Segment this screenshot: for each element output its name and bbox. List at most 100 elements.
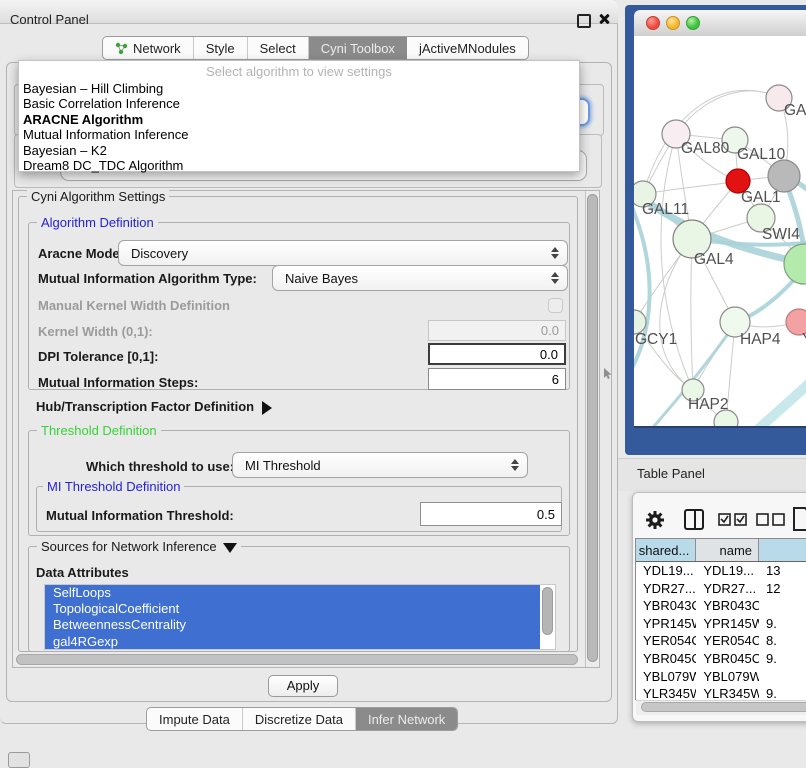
network-edge — [691, 239, 693, 390]
document-icon[interactable] — [792, 506, 806, 532]
table-row[interactable]: YBR045CYBR045C9. — [636, 650, 806, 668]
column-view-icon[interactable] — [684, 509, 704, 530]
select-all-checkboxes-icon[interactable] — [718, 513, 748, 527]
table-cell: YLR345W — [636, 685, 696, 700]
aracne-mode-value: Discovery — [119, 246, 547, 261]
gear-icon[interactable] — [645, 510, 665, 530]
network-icon — [115, 42, 128, 55]
table-cell: YBR045C — [696, 650, 759, 668]
table-cell: 13 — [759, 562, 806, 580]
attribute-item-gal4rgexp[interactable]: gal4RGexp — [45, 634, 540, 650]
tab-infer-network-label: Infer Network — [368, 712, 445, 727]
manual-kernel-width-label: Manual Kernel Width Definition — [38, 298, 230, 313]
tab-select[interactable]: Select — [248, 37, 309, 59]
close-icon[interactable] — [598, 13, 610, 25]
table-cell: YBL079W — [636, 668, 696, 686]
attribute-list-scrollbar-thumb[interactable] — [542, 587, 553, 635]
mi-algorithm-type-combobox[interactable]: Naive Bayes — [272, 265, 568, 291]
collapse-triangle-icon[interactable] — [223, 543, 237, 553]
sources-toggle[interactable]: Sources for Network Inference — [37, 539, 241, 554]
popup-item-bayesian-hill-climbing[interactable]: Bayesian – Hill Climbing — [19, 81, 579, 96]
mouse-cursor-icon — [603, 368, 613, 380]
column-header-name[interactable]: name — [696, 539, 759, 561]
which-threshold-combobox[interactable]: MI Threshold — [232, 452, 528, 478]
table-cell: YER054C — [636, 632, 696, 650]
settings-horizontal-scrollbar-thumb[interactable] — [16, 654, 578, 665]
popup-item-basic-correlation-inference[interactable]: Basic Correlation Inference — [19, 96, 579, 111]
minimize-traffic-light-icon[interactable] — [666, 16, 680, 30]
node-label-hap2: HAP2 — [688, 396, 729, 413]
column-header-shared[interactable]: shared... — [636, 539, 696, 561]
popup-item-mutual-information-inference[interactable]: Mutual Information Inference — [19, 127, 579, 142]
node-label-gal10: GAL10 — [737, 146, 786, 163]
mi-algorithm-type-label: Mutual Information Algorithm Type: — [38, 271, 257, 286]
network-edge — [643, 181, 738, 194]
zoom-traffic-light-icon[interactable] — [686, 16, 700, 30]
table-row[interactable]: YPR145WYPR145W9. — [636, 615, 806, 633]
network-canvas-bottom-edge — [634, 426, 806, 428]
dpi-tolerance-field[interactable] — [428, 343, 566, 365]
column-header-cut[interactable] — [759, 539, 806, 561]
manual-kernel-width-checkbox[interactable] — [548, 298, 563, 313]
tab-impute-data[interactable]: Impute Data — [147, 708, 243, 730]
table-row[interactable]: YLR345WYLR345W9. — [636, 685, 806, 700]
tab-cyni-toolbox-label: Cyni Toolbox — [321, 41, 395, 56]
table-cell: YDL19... — [636, 562, 696, 580]
node-label-y: Y — [802, 331, 806, 348]
network-node-green-right[interactable] — [784, 244, 806, 284]
deselect-all-checkboxes-icon[interactable] — [756, 513, 786, 527]
attribute-item-topologicalcoefficient[interactable]: TopologicalCoefficient — [45, 601, 540, 617]
tab-jactivemnodules[interactable]: jActiveMNodules — [407, 37, 528, 59]
apply-button[interactable]: Apply — [268, 675, 338, 697]
node-label-gcy1: GCY1 — [635, 331, 677, 348]
settings-vertical-scrollbar-thumb[interactable] — [587, 194, 598, 662]
node-label-swi4: SWI4 — [762, 226, 800, 243]
table-row[interactable]: YDR27...YDR27...12 — [636, 580, 806, 598]
table-row[interactable]: YBL079WYBL079W — [636, 668, 806, 686]
popup-item-aracne-algorithm[interactable]: ARACNE Algorithm — [19, 112, 579, 127]
table-cell: YDL19... — [696, 562, 759, 580]
aracne-mode-combobox[interactable]: Discovery — [118, 240, 568, 266]
table-panel-title: Table Panel — [637, 466, 705, 481]
combo-arrows-icon — [547, 247, 563, 259]
mi-steps-field[interactable] — [428, 368, 566, 390]
tab-network[interactable]: Network — [103, 37, 194, 59]
tab-discretize-data[interactable]: Discretize Data — [243, 708, 356, 730]
mi-threshold-field[interactable] — [420, 502, 562, 526]
combo-arrows-icon — [547, 272, 563, 284]
network-edge — [660, 239, 693, 390]
float-window-icon[interactable] — [577, 14, 591, 28]
data-attributes-list: SelfLoopsTopologicalCoefficientBetweenne… — [44, 584, 556, 650]
hub-definition-label: Hub/Transcription Factor Definition — [36, 399, 254, 414]
table-row[interactable]: YER054CYER054C8. — [636, 632, 806, 650]
table-cell: 12 — [759, 580, 806, 598]
tab-infer-network[interactable]: Infer Network — [356, 708, 457, 730]
table-horizontal-scrollbar-thumb[interactable] — [641, 702, 806, 712]
kernel-width-field[interactable] — [428, 320, 566, 341]
table-row[interactable]: YBR043CYBR043C — [636, 597, 806, 615]
tab-style[interactable]: Style — [194, 37, 248, 59]
table-cell: YPR145W — [696, 615, 759, 633]
close-traffic-light-icon[interactable] — [646, 16, 660, 30]
expand-triangle-icon[interactable] — [262, 401, 272, 415]
table-cell: YBR043C — [636, 597, 696, 615]
table-cell — [759, 668, 806, 686]
network-node-gray-node[interactable] — [768, 160, 800, 192]
network-canvas[interactable]: GALGAL80GAL10GAL1GAL11SWI4GAL4GCY1HAP4YH… — [634, 36, 806, 426]
attribute-item-betweennesscentrality[interactable]: BetweennessCentrality — [45, 617, 540, 633]
node-attribute-table: shared...name YDL19...YDL19...13YDR27...… — [635, 538, 806, 700]
table-cell: 9. — [759, 650, 806, 668]
minimized-panel-button[interactable] — [8, 752, 30, 768]
hub-definition-toggle[interactable]: Hub/Transcription Factor Definition — [36, 399, 272, 415]
table-row[interactable]: YDL19...YDL19...13 — [636, 562, 806, 580]
node-label-hap4: HAP4 — [740, 331, 781, 348]
popup-item-bayesian-k2[interactable]: Bayesian – K2 — [19, 143, 579, 158]
control-panel-title: Control Panel — [10, 12, 89, 27]
tab-cyni-toolbox[interactable]: Cyni Toolbox — [309, 37, 407, 59]
attribute-item-selfloops[interactable]: SelfLoops — [45, 585, 540, 601]
network-window-titlebar[interactable] — [634, 10, 806, 37]
table-cell: YER054C — [696, 632, 759, 650]
cyni-bottom-tab-bar: Impute DataDiscretize Data Infer Network — [146, 707, 458, 731]
popup-item-dream8-dc-tdc-algorithm[interactable]: Dream8 DC_TDC Algorithm — [19, 158, 579, 173]
table-cell: YBR043C — [696, 597, 759, 615]
